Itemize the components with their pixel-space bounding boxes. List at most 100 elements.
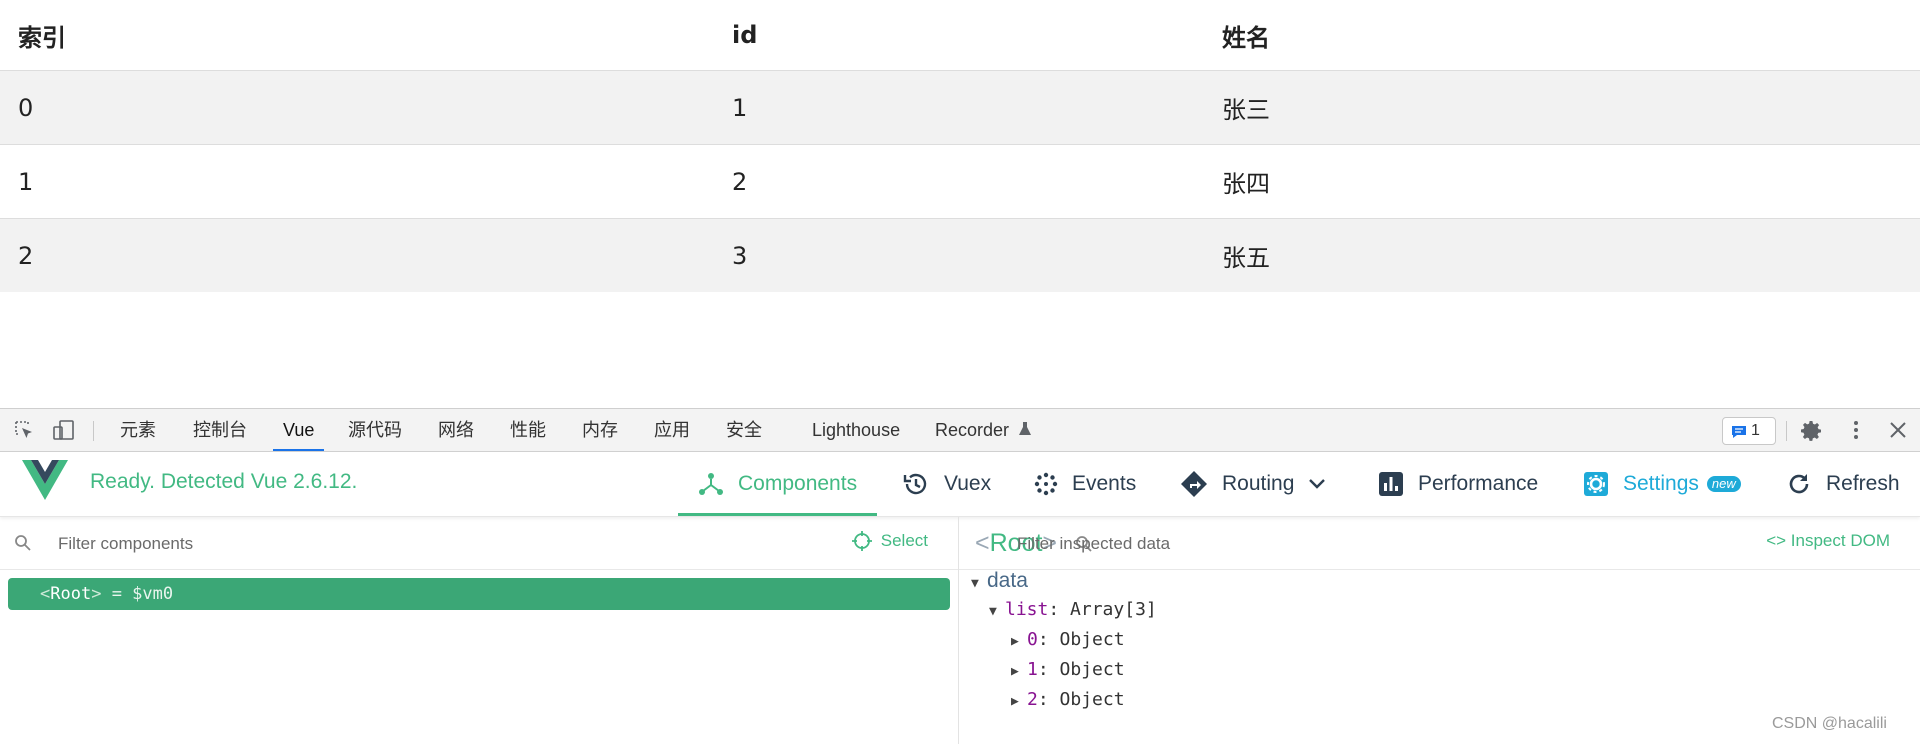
- performance-label: Performance: [1418, 472, 1539, 495]
- inspect-element-icon[interactable]: [13, 419, 35, 441]
- table-row: 1 2 张四: [0, 145, 1920, 219]
- tab-vue[interactable]: Vue: [272, 409, 325, 451]
- caret-right-icon: ▶: [1011, 664, 1019, 679]
- cell-id: 2: [732, 167, 748, 196]
- caret-right-icon: ▶: [1011, 694, 1019, 709]
- header-id: id: [732, 21, 758, 49]
- new-badge: new: [1706, 476, 1741, 492]
- routing-button[interactable]: Routing: [1180, 452, 1326, 516]
- select-button[interactable]: Select: [851, 530, 928, 552]
- tab-performance[interactable]: 性能: [510, 409, 546, 451]
- close-icon[interactable]: [1887, 419, 1909, 441]
- tab-recorder[interactable]: Recorder: [935, 409, 1032, 451]
- cell-name: 张五: [1222, 244, 1270, 272]
- cell-index: 1: [18, 167, 34, 196]
- vue-devtools-toolbar: Ready. Detected Vue 2.6.12. Components V…: [0, 452, 1920, 517]
- cell-name: 张三: [1222, 96, 1270, 124]
- tab-application[interactable]: 应用: [654, 409, 690, 451]
- cell-name: 张四: [1222, 170, 1270, 198]
- tree-section-data[interactable]: ▼ data: [971, 569, 1028, 593]
- tab-sources[interactable]: 源代码: [348, 409, 402, 451]
- root-node-text: <Root> = $vm0: [40, 578, 173, 610]
- caret-right-icon: ▶: [1011, 634, 1019, 649]
- caret-down-icon: ▼: [989, 604, 997, 619]
- issues-count: 1: [1751, 422, 1760, 439]
- caret-down-icon: ▼: [971, 576, 979, 591]
- tree-item[interactable]: ▶ 2: Object: [1011, 689, 1125, 710]
- directions-icon: [1181, 471, 1207, 497]
- refresh-icon: [1789, 474, 1809, 494]
- issues-button[interactable]: 1: [1722, 417, 1776, 445]
- cell-index: 0: [18, 93, 34, 122]
- tag-bracket: <: [975, 529, 990, 557]
- prop-value: Object: [1059, 629, 1125, 650]
- crosshair-icon: [851, 531, 872, 551]
- header-index: 索引: [18, 23, 66, 52]
- refresh-button[interactable]: Refresh: [1786, 452, 1900, 516]
- table-header-row: 索引 id 姓名: [0, 0, 1920, 72]
- tree-node-root[interactable]: <Root> = $vm0: [8, 578, 950, 610]
- recorder-flask-icon: [1018, 410, 1032, 452]
- prop-key: 2: [1027, 689, 1038, 710]
- tree-item[interactable]: ▶ 0: Object: [1011, 629, 1125, 650]
- tab-security[interactable]: 安全: [726, 409, 762, 451]
- message-icon: [1731, 423, 1747, 449]
- components-search-row: Select: [0, 517, 958, 570]
- device-toggle-icon[interactable]: [52, 419, 74, 441]
- tab-recorder-label: Recorder: [935, 420, 1010, 440]
- prop-value: Array[3]: [1070, 599, 1157, 620]
- components-label: Components: [738, 472, 858, 495]
- settings-button[interactable]: Settings new: [1583, 452, 1741, 516]
- history-icon: [903, 473, 927, 495]
- search-icon: [14, 534, 32, 556]
- tab-console[interactable]: 控制台: [193, 409, 247, 451]
- events-button[interactable]: Events: [1034, 452, 1136, 516]
- vuex-button[interactable]: Vuex: [902, 452, 991, 516]
- inspect-dom-label: Inspect DOM: [1790, 531, 1890, 550]
- table-row: 0 1 张三: [0, 71, 1920, 145]
- prop-key: 1: [1027, 659, 1038, 680]
- watermark: CSDN @hacalili: [1772, 715, 1887, 732]
- tag-bracket: <: [40, 584, 51, 604]
- prop-value: Object: [1059, 659, 1125, 680]
- bar-chart-icon: [1379, 472, 1403, 496]
- vue-logo-icon: [22, 460, 68, 504]
- vuex-label: Vuex: [944, 472, 992, 495]
- tab-memory[interactable]: 内存: [582, 409, 618, 451]
- filter-inspected-input[interactable]: [1015, 530, 1619, 558]
- performance-button[interactable]: Performance: [1378, 452, 1538, 516]
- cell-index: 2: [18, 241, 34, 270]
- vue-status-text: Ready. Detected Vue 2.6.12.: [90, 470, 358, 493]
- events-dots-icon: [1034, 472, 1058, 496]
- tab-lighthouse[interactable]: Lighthouse: [812, 409, 900, 451]
- inspector-search-row: <Root> <> Inspect DOM: [959, 517, 1920, 570]
- settings-gear-icon: [1584, 472, 1608, 496]
- table-row: 2 3 张五: [0, 219, 1920, 292]
- tag-bracket: >: [91, 584, 102, 604]
- gear-icon[interactable]: [1800, 419, 1822, 441]
- components-pane: Select <Root> = $vm0: [0, 517, 959, 744]
- events-label: Events: [1072, 472, 1137, 495]
- cell-id: 1: [732, 93, 748, 122]
- tab-elements[interactable]: 元素: [120, 409, 156, 451]
- toolbar-divider: [93, 421, 94, 441]
- devtools-tab-bar: 元素 控制台 Vue 源代码 网络 性能 内存 应用 安全 Lighthouse…: [0, 409, 1920, 452]
- select-label: Select: [880, 531, 928, 550]
- root-vm-assign: = $vm0: [111, 584, 174, 604]
- more-vert-icon[interactable]: [1845, 419, 1867, 441]
- devtools-panel: 元素 控制台 Vue 源代码 网络 性能 内存 应用 安全 Lighthouse…: [0, 408, 1920, 744]
- filter-components-input[interactable]: [56, 530, 660, 558]
- refresh-label: Refresh: [1826, 472, 1900, 495]
- tree-item[interactable]: ▶ 1: Object: [1011, 659, 1125, 680]
- section-label: data: [987, 569, 1028, 592]
- settings-label: Settings: [1623, 472, 1699, 495]
- tab-network[interactable]: 网络: [438, 409, 474, 451]
- components-button[interactable]: Components: [677, 452, 878, 516]
- cell-id: 3: [732, 241, 748, 270]
- chevron-down-icon: [1309, 479, 1326, 489]
- components-tree-icon: [699, 473, 723, 495]
- tree-item-list[interactable]: ▼ list: Array[3]: [989, 599, 1157, 620]
- routing-label: Routing: [1222, 472, 1295, 495]
- inspect-dom-button[interactable]: <> Inspect DOM: [1766, 531, 1890, 551]
- root-tag-name: Root: [50, 584, 92, 604]
